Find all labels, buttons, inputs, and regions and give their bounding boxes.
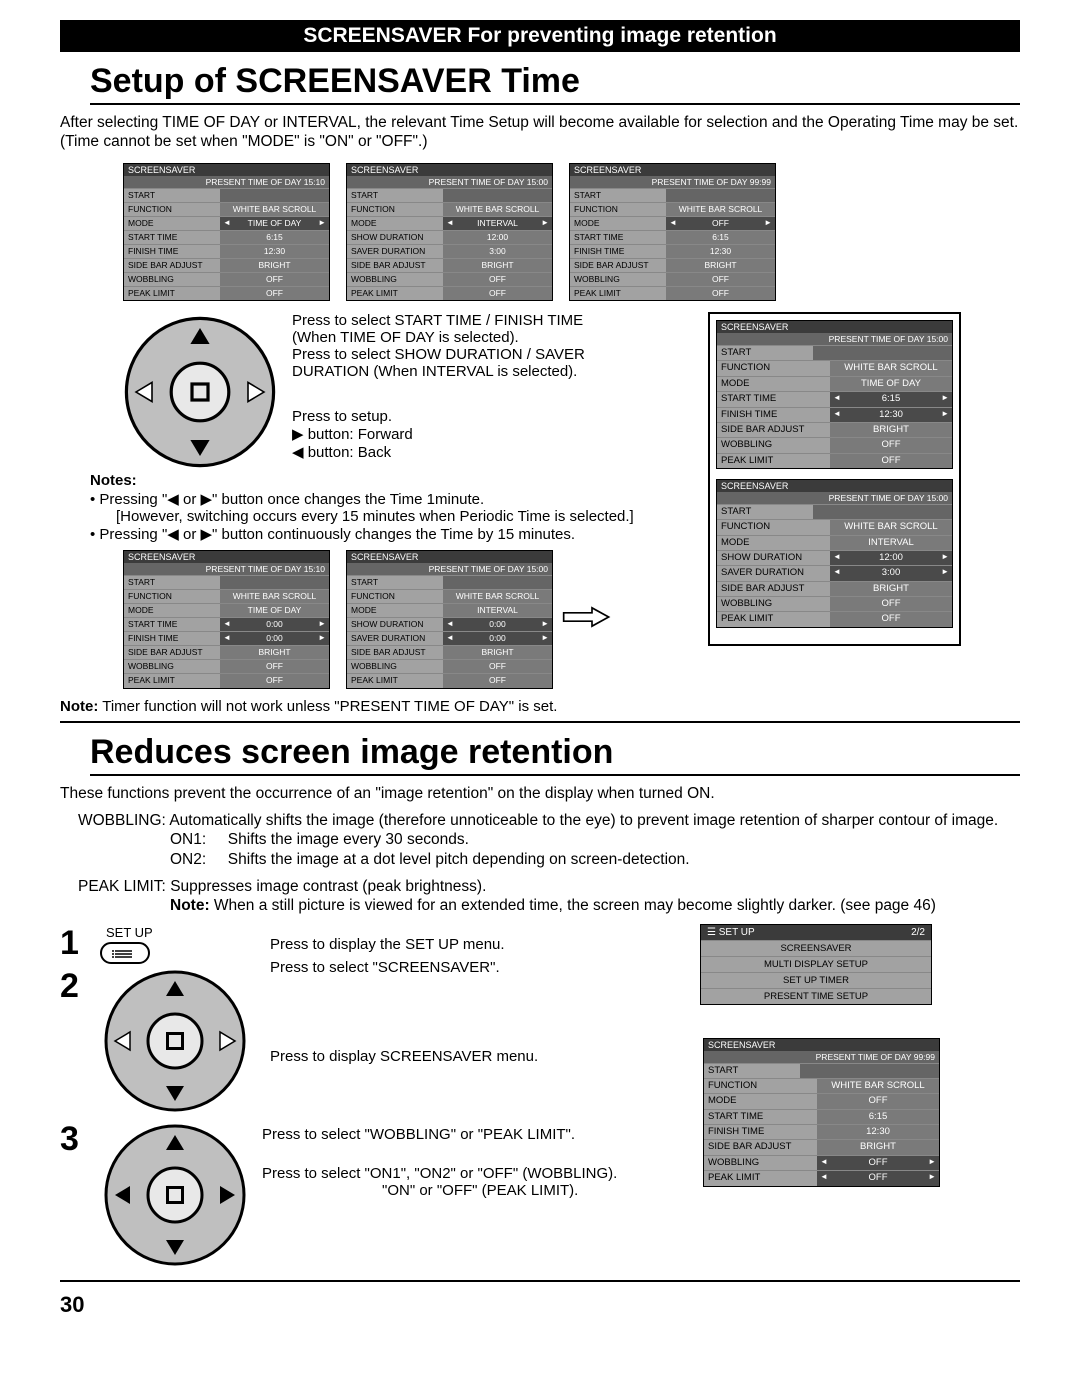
peak-note-bold: Note: — [170, 897, 210, 914]
section2-title: Reduces screen image retention — [90, 733, 1020, 776]
step-1: 1 — [60, 924, 100, 963]
instr-tod: (When TIME OF DAY is selected). — [292, 329, 662, 346]
on2-desc: Shifts the image at a dot level pitch de… — [228, 851, 690, 868]
step3c-text: "ON" or "OFF" (PEAK LIMIT). — [382, 1182, 617, 1199]
setup-menu-page: 2/2 — [911, 927, 925, 938]
wobbling-label: WOBBLING: — [78, 812, 166, 829]
step2-text: Press to select "SCREENSAVER". — [270, 959, 538, 976]
instr-back: ◀ button: Back — [292, 443, 662, 461]
instr-show-saver: Press to select SHOW DURATION / SAVER DU… — [292, 346, 662, 380]
step1-text: Press to display the SET UP menu. — [270, 936, 538, 953]
setup-menu-title: SET UP — [719, 927, 755, 938]
step-3: 3 — [60, 1120, 100, 1159]
dpad-illustration — [120, 312, 280, 472]
osd-top-group: SCREENSAVERPRESENT TIME OF DAY 15:10STAR… — [120, 160, 1020, 304]
note-1b: [However, switching occurs every 15 minu… — [116, 508, 700, 525]
setup-button-icon — [100, 942, 150, 964]
note-timer: Timer function will not work unless "PRE… — [102, 698, 557, 715]
notes-label: Notes: — [90, 472, 137, 489]
peak-note: When a still picture is viewed for an ex… — [210, 897, 936, 914]
intro-paragraph: After selecting TIME OF DAY or INTERVAL,… — [60, 113, 1020, 152]
on1-desc: Shifts the image every 30 seconds. — [228, 831, 469, 848]
note-1: • Pressing "◀ or ▶" button once changes … — [90, 490, 700, 508]
setup-menu: ☰ SET UP 2/2 SCREENSAVERMULTI DISPLAY SE… — [700, 924, 932, 1005]
osd-right-group: SCREENSAVERPRESENT TIME OF DAY 15:00STAR… — [716, 320, 953, 628]
step3b-text: Press to select "ON1", "ON2" or "OFF" (W… — [262, 1165, 617, 1182]
dpad-step3 — [100, 1120, 250, 1270]
page-number: 30 — [60, 1292, 1020, 1318]
step3a-text: Press to select "WOBBLING" or "PEAK LIMI… — [262, 1126, 617, 1143]
step2b-text: Press to display SCREENSAVER menu. — [270, 1048, 538, 1065]
wobbling-desc: Automatically shifts the image (therefor… — [169, 812, 998, 829]
right-panel: SCREENSAVERPRESENT TIME OF DAY 15:00STAR… — [708, 312, 961, 646]
section1-title: Setup of SCREENSAVER Time — [90, 62, 1020, 105]
osd-mid-group: SCREENSAVERPRESENT TIME OF DAY 15:10STAR… — [120, 547, 556, 691]
osd-bottom: SCREENSAVERPRESENT TIME OF DAY 99:99STAR… — [700, 1035, 1020, 1190]
instr-forward: ▶ button: Forward — [292, 425, 662, 443]
peak-desc: Suppresses image contrast (peak brightne… — [170, 878, 486, 895]
peak-label: PEAK LIMIT: — [78, 878, 166, 895]
banner-title: SCREENSAVER For preventing image retenti… — [60, 20, 1020, 52]
dpad-step2 — [100, 966, 250, 1116]
arrow-right-icon — [562, 602, 612, 637]
note-2: • Pressing "◀ or ▶" button continuously … — [90, 525, 700, 543]
note-timer-bold: Note: — [60, 698, 98, 715]
setup-label: SET UP — [106, 925, 153, 940]
on2-label: ON2: — [170, 851, 206, 868]
step-2: 2 — [60, 967, 100, 1006]
retention-intro: These functions prevent the occurrence o… — [60, 784, 1020, 803]
instr-setup: Press to setup. — [292, 408, 662, 425]
instr-start-finish: Press to select START TIME / FINISH TIME — [292, 312, 662, 329]
on1-label: ON1: — [170, 831, 206, 848]
